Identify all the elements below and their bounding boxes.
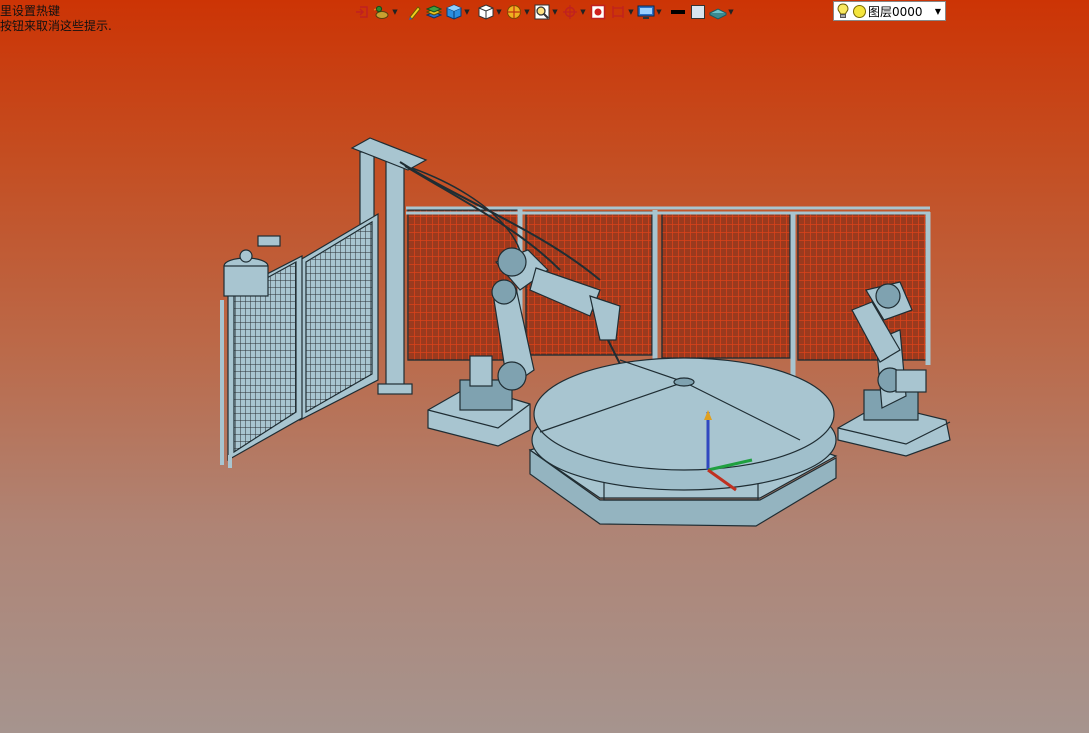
rotary-turntable — [528, 357, 838, 527]
cad-viewport[interactable] — [0, 0, 1089, 733]
safety-fence-back — [406, 206, 931, 376]
